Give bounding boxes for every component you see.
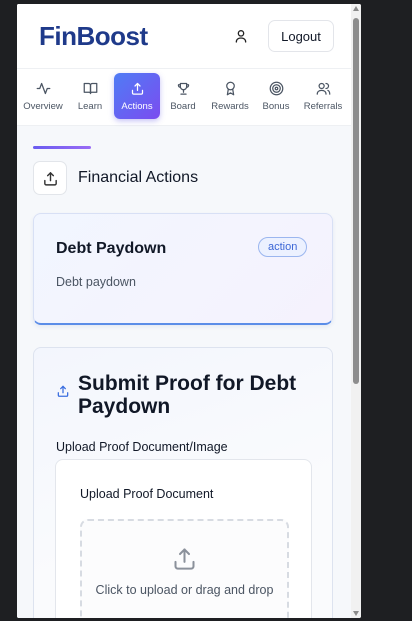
nav-label: Rewards xyxy=(211,100,249,112)
upload-panel: Upload Proof Document Click to upload or… xyxy=(55,459,312,618)
scroll-down-arrow-icon[interactable] xyxy=(353,611,359,616)
nav-item-overview[interactable]: Overview xyxy=(21,73,65,119)
nav-label: Board xyxy=(170,100,196,112)
action-card[interactable]: Debt Paydown action Debt paydown xyxy=(33,213,333,325)
nav-label: Overview xyxy=(23,100,63,112)
trophy-icon xyxy=(177,82,189,95)
upload-icon xyxy=(131,82,143,95)
upload-dropzone[interactable]: Click to upload or drag and drop xyxy=(80,519,289,618)
logout-button[interactable]: Logout xyxy=(268,20,334,52)
nav-item-referrals[interactable]: Referrals xyxy=(299,73,347,119)
nav-item-board[interactable]: Board xyxy=(165,73,201,119)
scrollbar-thumb[interactable] xyxy=(353,18,359,384)
nav-label: Actions xyxy=(121,100,153,112)
nav-item-rewards[interactable]: Rewards xyxy=(207,73,253,119)
vertical-scrollbar[interactable] xyxy=(351,4,361,618)
main-nav: Overview Learn Actions Board Rewards Bon… xyxy=(17,68,351,126)
activity-icon xyxy=(36,82,50,94)
upload-icon xyxy=(174,548,195,570)
proof-card: Submit Proof for Debt Paydown Upload Pro… xyxy=(33,347,333,618)
upload-icon xyxy=(57,385,69,397)
section-icon-box xyxy=(33,161,67,195)
nav-item-actions[interactable]: Actions xyxy=(114,73,160,119)
upload-panel-title: Upload Proof Document xyxy=(80,487,214,501)
nav-item-learn[interactable]: Learn xyxy=(70,73,110,119)
dropzone-text: Click to upload or drag and drop xyxy=(95,583,274,597)
action-card-title: Debt Paydown xyxy=(56,240,167,257)
nav-label: Bonus xyxy=(262,100,290,112)
action-badge: action xyxy=(258,237,308,257)
target-icon xyxy=(269,81,283,95)
browser-frame: FinBoost Logout Overview Learn Actions B… xyxy=(17,4,361,618)
award-icon xyxy=(225,81,235,95)
section-accent-line xyxy=(33,146,91,149)
scroll-up-arrow-icon[interactable] xyxy=(353,6,359,11)
app-header: FinBoost Logout xyxy=(17,4,351,68)
book-icon xyxy=(83,82,97,94)
section-title: Financial Actions xyxy=(78,169,199,186)
upload-label: Upload Proof Document/Image xyxy=(56,440,228,454)
proof-card-title: Submit Proof for Debt Paydown xyxy=(78,372,297,418)
user-icon[interactable] xyxy=(233,28,249,44)
users-icon xyxy=(316,82,330,95)
nav-item-bonus[interactable]: Bonus xyxy=(258,73,294,119)
nav-label: Learn xyxy=(77,100,103,112)
action-card-description: Debt paydown xyxy=(56,275,136,289)
upload-icon xyxy=(43,171,57,186)
app-logo[interactable]: FinBoost xyxy=(39,21,148,52)
nav-label: Referrals xyxy=(303,100,343,112)
page-viewport: FinBoost Logout Overview Learn Actions B… xyxy=(17,4,351,618)
